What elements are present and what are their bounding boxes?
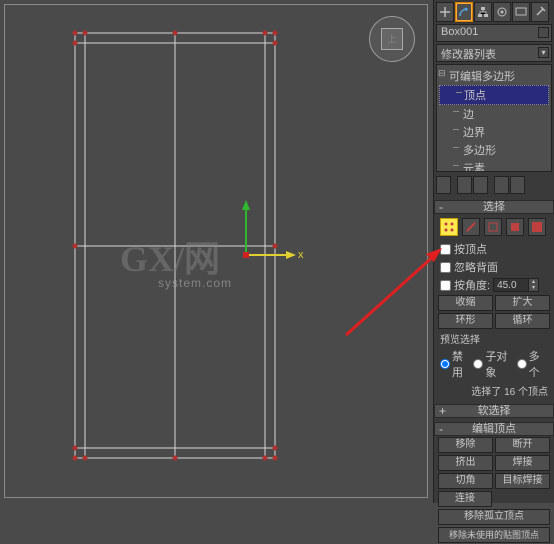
- preview-off-radio[interactable]: [440, 359, 450, 369]
- display-tab[interactable]: [512, 2, 530, 22]
- preview-subobj-radio[interactable]: [473, 359, 483, 369]
- minus-icon: -: [439, 423, 443, 435]
- vertex-mode-button[interactable]: [440, 218, 458, 236]
- command-panel-tabs: [434, 0, 554, 22]
- element-mode-button[interactable]: [528, 218, 546, 236]
- chevron-down-icon: ▾: [538, 47, 549, 58]
- modifier-stack[interactable]: 可编辑多边形 顶点 边 边界 多边形 元素: [436, 64, 552, 172]
- minus-icon: -: [439, 201, 443, 213]
- shrink-button[interactable]: 收缩: [438, 295, 493, 311]
- remove-modifier-icon[interactable]: [494, 176, 509, 194]
- remove-iso-button[interactable]: 移除孤立顶点: [438, 509, 550, 525]
- subobj-border[interactable]: 边界: [437, 123, 551, 141]
- subobj-polygon[interactable]: 多边形: [437, 141, 551, 159]
- edge-mode-button[interactable]: [462, 218, 480, 236]
- target-weld-button[interactable]: 目标焊接: [495, 473, 550, 489]
- chamfer-button[interactable]: 切角: [438, 473, 493, 489]
- stack-root[interactable]: 可编辑多边形: [437, 67, 551, 85]
- modifier-list-dropdown[interactable]: 修改器列表 ▾: [436, 44, 552, 62]
- extrude-button[interactable]: 挤出: [438, 455, 493, 471]
- ring-button[interactable]: 环形: [438, 313, 493, 329]
- loop-button[interactable]: 循环: [495, 313, 550, 329]
- by-angle-checkbox[interactable]: [440, 280, 451, 291]
- polygon-mode-button[interactable]: [506, 218, 524, 236]
- object-name-text: Box001: [441, 26, 478, 38]
- command-panel: Box001 修改器列表 ▾ 可编辑多边形 顶点 边 边界 多边形 元素 - 选…: [433, 0, 554, 503]
- connect-button[interactable]: 连接: [438, 491, 492, 507]
- subobj-vertex[interactable]: 顶点: [439, 85, 549, 105]
- ignore-backface-label: 忽略背面: [454, 259, 498, 275]
- rollout-selection[interactable]: - 选择: [434, 200, 554, 214]
- wireframe-object[interactable]: [60, 18, 290, 473]
- ignore-backface-checkbox[interactable]: [440, 262, 451, 273]
- show-end-result-icon[interactable]: [457, 176, 472, 194]
- remove-button[interactable]: 移除: [438, 437, 493, 453]
- motion-tab[interactable]: [493, 2, 511, 22]
- angle-spinner[interactable]: 45.0▴▾: [493, 278, 539, 292]
- stack-tools: [436, 176, 552, 196]
- hierarchy-tab[interactable]: [474, 2, 492, 22]
- by-angle-label: 按角度:: [454, 277, 490, 293]
- make-unique-icon[interactable]: [473, 176, 488, 194]
- by-vertex-label: 按顶点: [454, 241, 487, 257]
- viewcube[interactable]: 上: [369, 16, 415, 62]
- subobj-element[interactable]: 元素: [437, 159, 551, 172]
- border-mode-button[interactable]: [484, 218, 502, 236]
- plus-icon: +: [439, 405, 446, 417]
- rollout-soft-selection[interactable]: + 软选择: [434, 404, 554, 418]
- expand-button[interactable]: 扩大: [495, 295, 550, 311]
- by-vertex-checkbox[interactable]: [440, 244, 451, 255]
- modifier-list-label: 修改器列表: [441, 49, 496, 61]
- modify-tab[interactable]: [455, 2, 473, 22]
- preview-multi-radio[interactable]: [517, 359, 527, 369]
- configure-sets-icon[interactable]: [510, 176, 525, 194]
- break-button[interactable]: 断开: [495, 437, 550, 453]
- create-tab[interactable]: [436, 2, 454, 22]
- color-swatch[interactable]: [538, 27, 549, 38]
- selection-status: 选择了 16 个顶点: [434, 381, 554, 400]
- rollout-edit-vertices[interactable]: - 编辑顶点: [434, 422, 554, 436]
- remove-unused-button[interactable]: 移除未使用的贴图顶点: [438, 527, 550, 543]
- subobj-edge[interactable]: 边: [437, 105, 551, 123]
- subobject-buttons: [434, 214, 554, 240]
- pin-stack-icon[interactable]: [436, 176, 451, 194]
- object-name-field[interactable]: Box001: [436, 24, 552, 42]
- viewcube-face[interactable]: 上: [381, 28, 403, 50]
- preview-label: 预览选择: [434, 330, 554, 347]
- weld-button[interactable]: 焊接: [495, 455, 550, 471]
- utilities-tab[interactable]: [531, 2, 549, 22]
